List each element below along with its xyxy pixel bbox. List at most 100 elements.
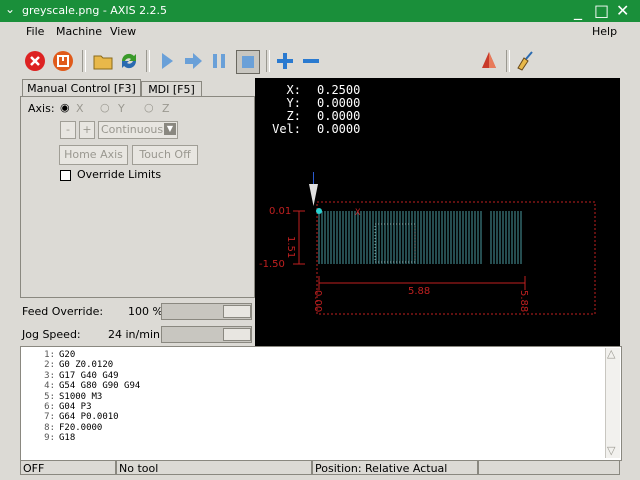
reload-icon[interactable] <box>118 50 140 72</box>
gcode-scrollbar[interactable]: △ ▽ <box>605 347 620 458</box>
gcode-line-number: 6: <box>44 401 55 412</box>
gcode-lines: 1: G20 2: G0 Z0.0120 3: G17 G40 G49 4: G54 G80 … <box>27 350 597 444</box>
gcode-line-number: 5: <box>44 391 55 402</box>
machine-limits-box <box>316 201 596 315</box>
position-mode: Position: Relative Actual <box>312 460 478 475</box>
tab-manual-control[interactable]: Manual Control [F3] <box>22 79 141 97</box>
dim-left-label: 0.00 <box>312 290 323 312</box>
toolbar-separator <box>266 50 270 72</box>
dim-height-label: 1.51 <box>285 236 296 258</box>
gcode-line[interactable]: 7: G64 P0.0010 <box>27 412 597 422</box>
gcode-line-text: G18 <box>59 433 76 444</box>
override-limits-checkbox[interactable] <box>60 170 71 181</box>
rotate-view-icon[interactable] <box>478 50 500 72</box>
jog-speed-value: 24 in/min <box>108 328 160 341</box>
minimize-button[interactable]: _ <box>574 1 582 20</box>
scroll-up-icon[interactable]: △ <box>607 347 615 360</box>
run-icon[interactable] <box>156 50 178 72</box>
gcode-line[interactable]: 3: G17 G40 G49 <box>27 371 597 381</box>
dim-right-label: 5.88 <box>518 290 529 312</box>
jog-mode-select[interactable]: Continuous ▼ <box>98 121 178 139</box>
stop-icon[interactable] <box>236 50 260 74</box>
menu-bar: File Machine View Help <box>0 22 640 42</box>
jog-plus-button[interactable]: + <box>79 121 95 139</box>
axis-z-label: Z <box>162 102 170 115</box>
gcode-line-number: 3: <box>44 370 55 381</box>
feed-override-label: Feed Override: <box>22 305 104 318</box>
jog-speed-slider[interactable] <box>161 326 252 343</box>
feed-override-slider[interactable] <box>161 303 252 320</box>
menu-machine[interactable]: Machine <box>56 25 102 38</box>
gcode-line-text: G54 G80 G90 G94 <box>59 381 141 392</box>
axis-x-label: X <box>76 102 84 115</box>
toolbar-separator <box>82 50 86 72</box>
feed-override-value: 100 % <box>128 305 163 318</box>
gcode-line[interactable]: 1: G20 <box>27 350 597 360</box>
origin-x-marker: X <box>355 208 361 218</box>
scroll-down-icon[interactable]: ▽ <box>607 444 615 457</box>
menu-view[interactable]: View <box>110 25 136 38</box>
gcode-line-number: 7: <box>44 412 55 423</box>
maximize-button[interactable]: □ <box>594 1 609 20</box>
feed-override-thumb[interactable] <box>223 305 251 318</box>
zoom-out-icon[interactable] <box>300 50 322 72</box>
override-limits-label: Override Limits <box>77 168 162 181</box>
pause-icon[interactable] <box>208 50 230 72</box>
close-button[interactable]: ✕ <box>616 1 629 20</box>
gcode-line-number: 4: <box>44 381 55 392</box>
axis-radio-z[interactable]: ○ <box>144 101 154 114</box>
zoom-in-icon[interactable] <box>274 50 296 72</box>
axis-radio-x[interactable]: ◉ <box>60 101 70 114</box>
gcode-line[interactable]: 2: G0 Z0.0120 <box>27 360 597 370</box>
window-title: greyscale.png - AXIS 2.2.5 <box>22 4 168 17</box>
toolpath-preview: X 0.01 -1.50 1.51 5.88 0.00 5.88 <box>259 172 596 315</box>
dim-bottom-label: -1.50 <box>259 259 285 270</box>
gcode-line[interactable]: 5: S1000 M3 <box>27 392 597 402</box>
toolbar: Z N X Y P <box>0 44 640 118</box>
clear-plot-icon[interactable] <box>514 50 536 72</box>
touch-off-button[interactable]: Touch Off <box>132 145 198 165</box>
toolbar-separator <box>506 50 510 72</box>
home-axis-button[interactable]: Home Axis <box>59 145 128 165</box>
gcode-line-number: 1: <box>44 350 55 360</box>
machine-state: OFF <box>20 460 116 475</box>
preview-canvas[interactable]: X: 0.2500 Y: 0.0000 Z: 0.0000 Vel: 0.0000 X … <box>255 78 620 346</box>
axis-radio-y[interactable]: ○ <box>100 101 110 114</box>
power-icon[interactable] <box>52 50 74 72</box>
gcode-line-text: G0 Z0.0120 <box>59 360 114 371</box>
dim-width-label: 5.88 <box>408 286 430 297</box>
axis-label: Axis: <box>28 102 55 115</box>
tool-cone-icon <box>309 184 318 206</box>
gcode-line-text: S1000 M3 <box>59 391 103 402</box>
gcode-line[interactable]: 4: G54 G80 G90 G94 <box>27 381 597 391</box>
toolbar-separator <box>146 50 150 72</box>
gcode-line-text: F20.0000 <box>59 422 103 433</box>
gcode-listing[interactable]: 1: G20 2: G0 Z0.0120 3: G17 G40 G49 4: G54 G80 … <box>20 346 622 461</box>
origin-marker <box>316 208 322 214</box>
gcode-line-text: G04 P3 <box>59 401 92 412</box>
menu-file[interactable]: File <box>26 25 44 38</box>
toolpath-lines <box>318 211 522 264</box>
jog-speed-thumb[interactable] <box>223 328 251 341</box>
gcode-line-text: G20 <box>59 350 76 360</box>
chevron-down-icon: ▼ <box>164 123 176 135</box>
open-folder-icon[interactable] <box>92 50 114 72</box>
gcode-line-number: 2: <box>44 360 55 371</box>
estop-icon[interactable] <box>24 50 46 72</box>
gcode-line[interactable]: 6: G04 P3 <box>27 402 597 412</box>
axis-y-label: Y <box>118 102 125 115</box>
status-bar: OFF No tool Position: Relative Actual <box>20 460 620 476</box>
status-extra <box>478 460 620 475</box>
tool-status: No tool <box>116 460 312 475</box>
step-icon[interactable] <box>182 50 204 72</box>
jog-minus-button[interactable]: - <box>60 121 76 139</box>
window-menu-icon[interactable]: ⌄ <box>5 2 15 16</box>
gcode-line[interactable]: 8: F20.0000 <box>27 423 597 433</box>
menu-help[interactable]: Help <box>592 25 617 38</box>
jog-speed-label: Jog Speed: <box>22 328 81 341</box>
gcode-line[interactable]: 9: G18 <box>27 433 597 443</box>
dim-top-label: 0.01 <box>269 206 291 217</box>
tab-mdi[interactable]: MDI [F5] <box>141 81 202 97</box>
title-bar: ⌄ greyscale.png - AXIS 2.2.5 _ □ ✕ <box>0 0 640 22</box>
jog-mode-value: Continuous <box>101 123 164 136</box>
